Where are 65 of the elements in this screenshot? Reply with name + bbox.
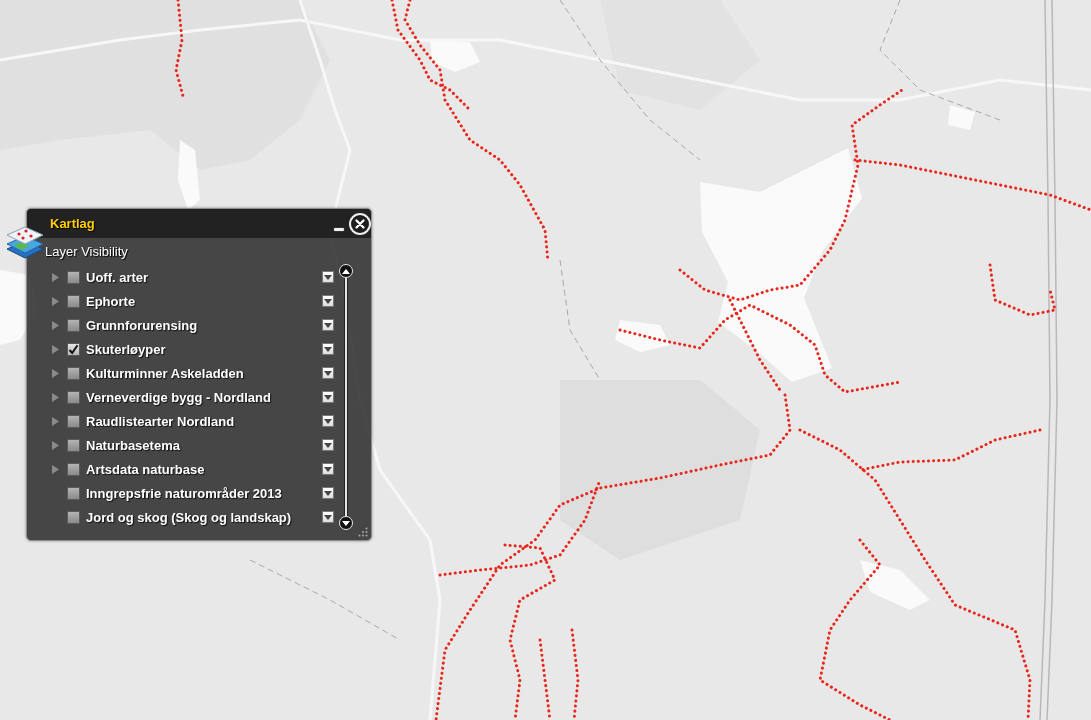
- layer-label: Uoff. arter: [86, 269, 150, 285]
- caret-down-icon: [324, 514, 332, 520]
- caret-down-icon: [324, 322, 332, 328]
- layer-options-button[interactable]: [322, 367, 334, 379]
- checkbox[interactable]: [67, 366, 80, 380]
- layer-label: Grunnforurensing: [86, 317, 199, 333]
- expand-caret-icon[interactable]: [52, 416, 59, 426]
- layer-label: Naturbasetema: [86, 437, 181, 453]
- layer-options-button[interactable]: [322, 271, 334, 283]
- expand-caret-icon[interactable]: [52, 392, 59, 402]
- expand-caret-icon[interactable]: [52, 296, 59, 306]
- caret-down-icon: [324, 274, 332, 280]
- caret-down-icon: [324, 370, 332, 376]
- scroll-up-button[interactable]: [339, 264, 353, 278]
- layer-label: Skuterløyper: [86, 341, 167, 357]
- layer-options-button[interactable]: [322, 511, 334, 523]
- checkbox[interactable]: [67, 462, 80, 476]
- checkbox[interactable]: [67, 294, 80, 308]
- layer-label: Ephorte: [86, 293, 137, 309]
- section-heading: Layer Visibility: [45, 243, 128, 259]
- caret-down-icon: [324, 466, 332, 472]
- layer-options-button[interactable]: [322, 391, 334, 403]
- checkbox[interactable]: [67, 438, 80, 452]
- checkbox[interactable]: [67, 318, 80, 332]
- scroll-down-button[interactable]: [339, 516, 353, 530]
- checkbox[interactable]: [67, 486, 80, 500]
- caret-up-icon: [342, 268, 350, 274]
- layers-icon: [5, 225, 45, 259]
- checkmark-icon: [68, 343, 79, 355]
- layer-label: Inngrepsfrie naturområder 2013: [86, 485, 283, 501]
- caret-down-icon: [324, 346, 332, 352]
- expand-caret-icon[interactable]: [52, 272, 59, 282]
- layer-label: Kulturminner Askeladden: [86, 365, 245, 381]
- layer-label: Artsdata naturbase: [86, 461, 206, 477]
- layer-label: Verneverdige bygg - Nordland: [86, 389, 272, 405]
- resize-grip-icon[interactable]: [358, 527, 368, 537]
- close-icon: [355, 218, 365, 229]
- scrollbar-track[interactable]: [344, 278, 348, 516]
- layer-options-button[interactable]: [322, 343, 334, 355]
- checkbox[interactable]: [67, 342, 80, 356]
- caret-down-icon: [324, 442, 332, 448]
- layer-options-button[interactable]: [322, 295, 334, 307]
- caret-down-icon: [324, 490, 332, 496]
- layer-options-button[interactable]: [322, 439, 334, 451]
- expand-caret-icon[interactable]: [52, 440, 59, 450]
- expand-caret-icon[interactable]: [52, 320, 59, 330]
- checkbox[interactable]: [67, 390, 80, 404]
- panel-title: Kartlag: [50, 216, 95, 231]
- layer-options-button[interactable]: [322, 463, 334, 475]
- layer-options-button[interactable]: [322, 415, 334, 427]
- checkbox[interactable]: [67, 414, 80, 428]
- checkbox[interactable]: [67, 510, 80, 524]
- layer-label: Jord og skog (Skog og landskap): [86, 509, 293, 525]
- expand-caret-icon[interactable]: [52, 368, 59, 378]
- caret-down-icon: [324, 394, 332, 400]
- layer-label: Raudlistearter Nordland: [86, 413, 236, 429]
- caret-down-icon: [324, 418, 332, 424]
- close-button[interactable]: [349, 212, 371, 235]
- expand-caret-icon[interactable]: [52, 344, 59, 354]
- layer-options-button[interactable]: [322, 487, 334, 499]
- layer-options-button[interactable]: [322, 319, 334, 331]
- caret-down-icon: [324, 298, 332, 304]
- caret-down-icon: [342, 520, 350, 526]
- checkbox[interactable]: [67, 270, 80, 284]
- expand-caret-icon[interactable]: [52, 464, 59, 474]
